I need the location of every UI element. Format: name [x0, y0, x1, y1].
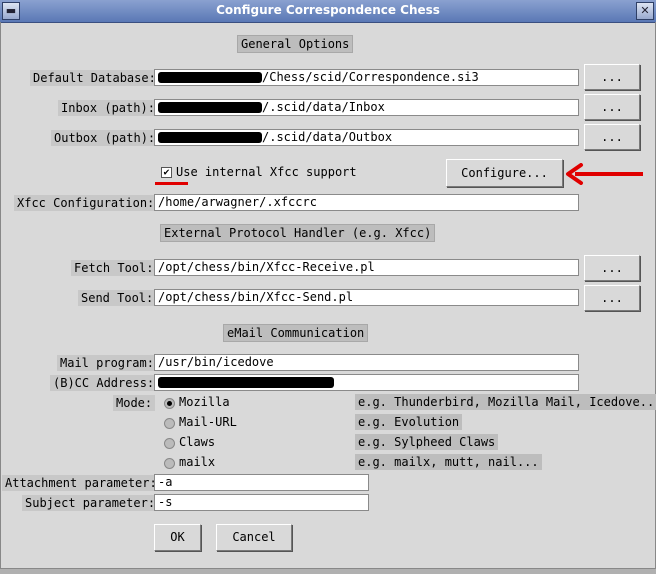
window-title: Configure Correspondence Chess: [216, 3, 440, 17]
send-tool-field[interactable]: /opt/chess/bin/Xfcc-Send.pl: [154, 289, 579, 306]
general-options-header: General Options: [237, 35, 354, 53]
xfcc-config-label: Xfcc Configuration:: [14, 195, 158, 211]
redacted-text: [158, 377, 334, 388]
attachment-parameter-label: Attachment parameter:: [2, 475, 160, 491]
cc-address-field[interactable]: [154, 374, 579, 391]
mail-program-label: Mail program:: [57, 355, 157, 371]
mode-label-mail-url: Mail-URL: [179, 415, 237, 429]
outbox-browse-button[interactable]: ...: [584, 124, 640, 150]
mode-radio-claws[interactable]: [164, 438, 175, 449]
cancel-button[interactable]: Cancel: [216, 524, 292, 551]
outbox-label: Outbox (path):: [51, 130, 159, 146]
mode-hint-mail-url: e.g. Evolution: [355, 414, 463, 430]
fetch-tool-field[interactable]: /opt/chess/bin/Xfcc-Receive.pl: [154, 259, 579, 276]
default-database-label: Default Database:: [30, 70, 159, 86]
mode-label-claws: Claws: [179, 435, 216, 449]
inbox-field[interactable]: /.scid/data/Inbox: [154, 99, 579, 116]
xfcc-support-checkbox[interactable]: ✔: [161, 167, 172, 178]
mode-radio-mail-url[interactable]: [164, 418, 175, 429]
annotation-arrow-icon: [566, 163, 643, 185]
redacted-text: [158, 102, 262, 113]
default-database-field[interactable]: /Chess/scid/Correspondence.si3: [154, 69, 579, 86]
attachment-parameter-field[interactable]: -a: [154, 474, 369, 491]
email-header: eMail Communication: [223, 324, 369, 342]
redacted-text: [158, 72, 262, 83]
window-bottom-border: [0, 568, 656, 574]
mode-label-mozilla: Mozilla: [179, 395, 230, 409]
outbox-field[interactable]: /.scid/data/Outbox: [154, 129, 579, 146]
close-icon[interactable]: ✕: [636, 2, 654, 20]
fetch-tool-label: Fetch Tool:: [71, 260, 157, 276]
mail-program-field[interactable]: /usr/bin/icedove: [154, 354, 579, 371]
fetch-tool-browse-button[interactable]: ...: [584, 255, 640, 281]
cc-address-label: (B)CC Address:: [50, 375, 158, 391]
inbox-browse-button[interactable]: ...: [584, 94, 640, 120]
annotation-underline: [155, 182, 188, 185]
xfcc-config-field[interactable]: /home/arwagner/.xfccrc: [154, 194, 579, 211]
xfcc-support-label: Use internal Xfcc support: [176, 165, 357, 179]
ok-button[interactable]: OK: [154, 524, 201, 551]
mode-radio-mozilla[interactable]: [164, 398, 175, 409]
external-protocol-header: External Protocol Handler (e.g. Xfcc): [160, 224, 436, 242]
configure-button[interactable]: Configure...: [446, 159, 563, 187]
mode-hint-mailx: e.g. mailx, mutt, nail...: [355, 454, 542, 470]
mode-hint-claws: e.g. Sylpheed Claws: [355, 434, 499, 450]
mode-label: Mode:: [113, 395, 156, 411]
subject-parameter-field[interactable]: -s: [154, 494, 369, 511]
default-database-browse-button[interactable]: ...: [584, 64, 640, 90]
inbox-label: Inbox (path):: [58, 100, 158, 116]
mode-hint-mozilla: e.g. Thunderbird, Mozilla Mail, Icedove.…: [355, 394, 656, 410]
send-tool-label: Send Tool:: [78, 290, 157, 306]
title-bar[interactable]: ▬ Configure Correspondence Chess ✕: [0, 0, 656, 23]
mode-label-mailx: mailx: [179, 455, 216, 469]
send-tool-browse-button[interactable]: ...: [584, 285, 640, 311]
redacted-text: [158, 132, 262, 143]
mode-radio-mailx[interactable]: [164, 458, 175, 469]
subject-parameter-label: Subject parameter:: [22, 495, 159, 511]
